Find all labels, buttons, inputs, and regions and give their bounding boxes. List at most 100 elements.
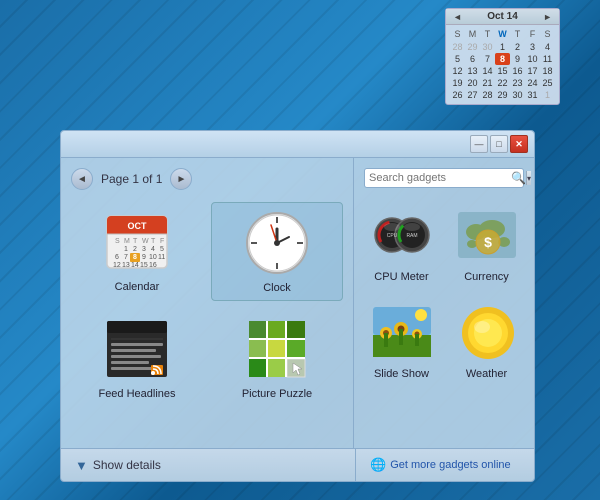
get-more-gadgets-link[interactable]: 🌐 Get more gadgets online <box>370 457 511 473</box>
slideshow-gadget-icon <box>371 301 433 363</box>
dow-tue: T <box>480 28 495 40</box>
cal-day[interactable]: 23 <box>510 77 525 89</box>
cal-day[interactable]: 15 <box>495 65 510 77</box>
cal-day[interactable]: 1 <box>540 89 555 101</box>
cal-day[interactable]: 11 <box>540 53 555 65</box>
search-input[interactable] <box>369 172 511 184</box>
svg-text:9: 9 <box>142 254 146 261</box>
calendar-week-3: 12 13 14 15 16 17 18 <box>450 65 555 77</box>
calendar-prev-button[interactable]: ◄ <box>451 12 464 22</box>
search-icon: 🔍 <box>511 171 526 185</box>
gadget-item-currency[interactable]: $ Currency <box>449 200 524 287</box>
cal-day[interactable]: 10 <box>525 53 540 65</box>
svg-text:S: S <box>115 238 120 245</box>
gadget-grid-right: CPU RAM CPU Meter <box>364 200 524 384</box>
cal-day[interactable]: 30 <box>510 89 525 101</box>
cal-day[interactable]: 25 <box>540 77 555 89</box>
cal-day[interactable]: 7 <box>480 53 495 65</box>
cal-day[interactable]: 16 <box>510 65 525 77</box>
svg-text:7: 7 <box>124 254 128 261</box>
right-panel: 🔍 ▾ <box>354 158 534 448</box>
maximize-button[interactable]: □ <box>490 135 508 153</box>
gadget-label-currency: Currency <box>464 271 509 283</box>
cal-day[interactable]: 5 <box>450 53 465 65</box>
gadget-label-cpumeter: CPU Meter <box>374 271 428 283</box>
cal-day[interactable]: 17 <box>525 65 540 77</box>
cal-day[interactable]: 29 <box>495 89 510 101</box>
cal-day[interactable]: 1 <box>495 41 510 53</box>
gadget-label-slideshow: Slide Show <box>374 368 429 380</box>
nav-next-button[interactable]: ► <box>170 168 192 190</box>
show-details-button[interactable]: ▼ Show details <box>61 449 356 481</box>
cal-day[interactable]: 26 <box>450 89 465 101</box>
currency-gadget-icon: $ <box>456 204 518 266</box>
cal-day[interactable]: 9 <box>510 53 525 65</box>
calendar-next-button[interactable]: ► <box>541 12 554 22</box>
calendar-month-label: Oct 14 <box>487 11 518 22</box>
gallery-footer: ▼ Show details 🌐 Get more gadgets online <box>61 448 534 481</box>
calendar-week-1: 28 29 30 1 2 3 4 <box>450 41 555 53</box>
svg-text:3: 3 <box>142 246 146 253</box>
minimize-button[interactable]: — <box>470 135 488 153</box>
get-more-gadgets-button[interactable]: 🌐 Get more gadgets online <box>356 449 534 481</box>
chevron-down-icon: ▼ <box>75 458 88 473</box>
gadget-item-clock[interactable]: Clock <box>211 202 343 301</box>
svg-text:4: 4 <box>151 246 155 253</box>
cal-day[interactable]: 30 <box>480 41 495 53</box>
nav-row: ◄ Page 1 of 1 ► <box>71 168 343 190</box>
picturepuzzle-gadget-icon <box>243 315 311 383</box>
cal-day[interactable]: 28 <box>480 89 495 101</box>
gadget-item-picturepuzzle[interactable]: Picture Puzzle <box>211 309 343 406</box>
cal-day[interactable]: 22 <box>495 77 510 89</box>
cal-day[interactable]: 12 <box>450 65 465 77</box>
title-bar: — □ ✕ <box>61 131 534 158</box>
cal-day-today[interactable]: 8 <box>495 53 510 65</box>
cal-day[interactable]: 21 <box>480 77 495 89</box>
gadget-item-calendar[interactable]: OCT S M T W T F 1 2 3 <box>71 202 203 301</box>
svg-text:8: 8 <box>133 254 137 261</box>
calendar-week-4: 19 20 21 22 23 24 25 <box>450 77 555 89</box>
gallery-body: ◄ Page 1 of 1 ► OCT <box>61 158 534 448</box>
dow-sun: S <box>450 28 465 40</box>
search-dropdown-button[interactable]: ▾ <box>526 171 531 185</box>
cal-day[interactable]: 14 <box>480 65 495 77</box>
cal-day[interactable]: 18 <box>540 65 555 77</box>
clock-gadget-icon <box>243 209 311 277</box>
dow-wed: W <box>495 28 510 40</box>
cal-day[interactable]: 2 <box>510 41 525 53</box>
gadget-item-feedheadlines[interactable]: Feed Headlines <box>71 309 203 406</box>
svg-text:RAM: RAM <box>406 233 417 239</box>
get-more-gadgets-label: Get more gadgets online <box>390 459 510 471</box>
svg-text:14: 14 <box>131 262 139 269</box>
close-button[interactable]: ✕ <box>510 135 528 153</box>
gadget-item-cpumeter[interactable]: CPU RAM CPU Meter <box>364 200 439 287</box>
gadget-label-feedheadlines: Feed Headlines <box>98 388 175 400</box>
calendar-week-2: 5 6 7 8 9 10 11 <box>450 53 555 65</box>
dow-sat: S <box>540 28 555 40</box>
svg-text:12: 12 <box>113 262 121 269</box>
search-box[interactable]: 🔍 ▾ <box>364 168 524 188</box>
cal-day[interactable]: 3 <box>525 41 540 53</box>
nav-prev-button[interactable]: ◄ <box>71 168 93 190</box>
cal-day[interactable]: 31 <box>525 89 540 101</box>
calendar-header: ◄ Oct 14 ► <box>446 9 559 25</box>
cal-day[interactable]: 20 <box>465 77 480 89</box>
cal-day[interactable]: 6 <box>465 53 480 65</box>
cal-day[interactable]: 24 <box>525 77 540 89</box>
gadget-label-weather: Weather <box>466 368 507 380</box>
gadget-item-weather[interactable]: Weather <box>449 297 524 384</box>
cal-day[interactable]: 4 <box>540 41 555 53</box>
cal-day[interactable]: 19 <box>450 77 465 89</box>
cal-day[interactable]: 29 <box>465 41 480 53</box>
svg-text:6: 6 <box>115 254 119 261</box>
weather-gadget-icon <box>456 301 518 363</box>
gadget-label-picturepuzzle: Picture Puzzle <box>242 388 312 400</box>
cal-day[interactable]: 28 <box>450 41 465 53</box>
show-details-label: Show details <box>93 458 161 472</box>
svg-text:16: 16 <box>149 262 157 269</box>
calendar-grid: S M T W T F S 28 29 30 1 2 3 4 5 6 7 8 9… <box>446 25 559 104</box>
cal-day[interactable]: 27 <box>465 89 480 101</box>
cal-day[interactable]: 13 <box>465 65 480 77</box>
dow-thu: T <box>510 28 525 40</box>
gadget-item-slideshow[interactable]: Slide Show <box>364 297 439 384</box>
